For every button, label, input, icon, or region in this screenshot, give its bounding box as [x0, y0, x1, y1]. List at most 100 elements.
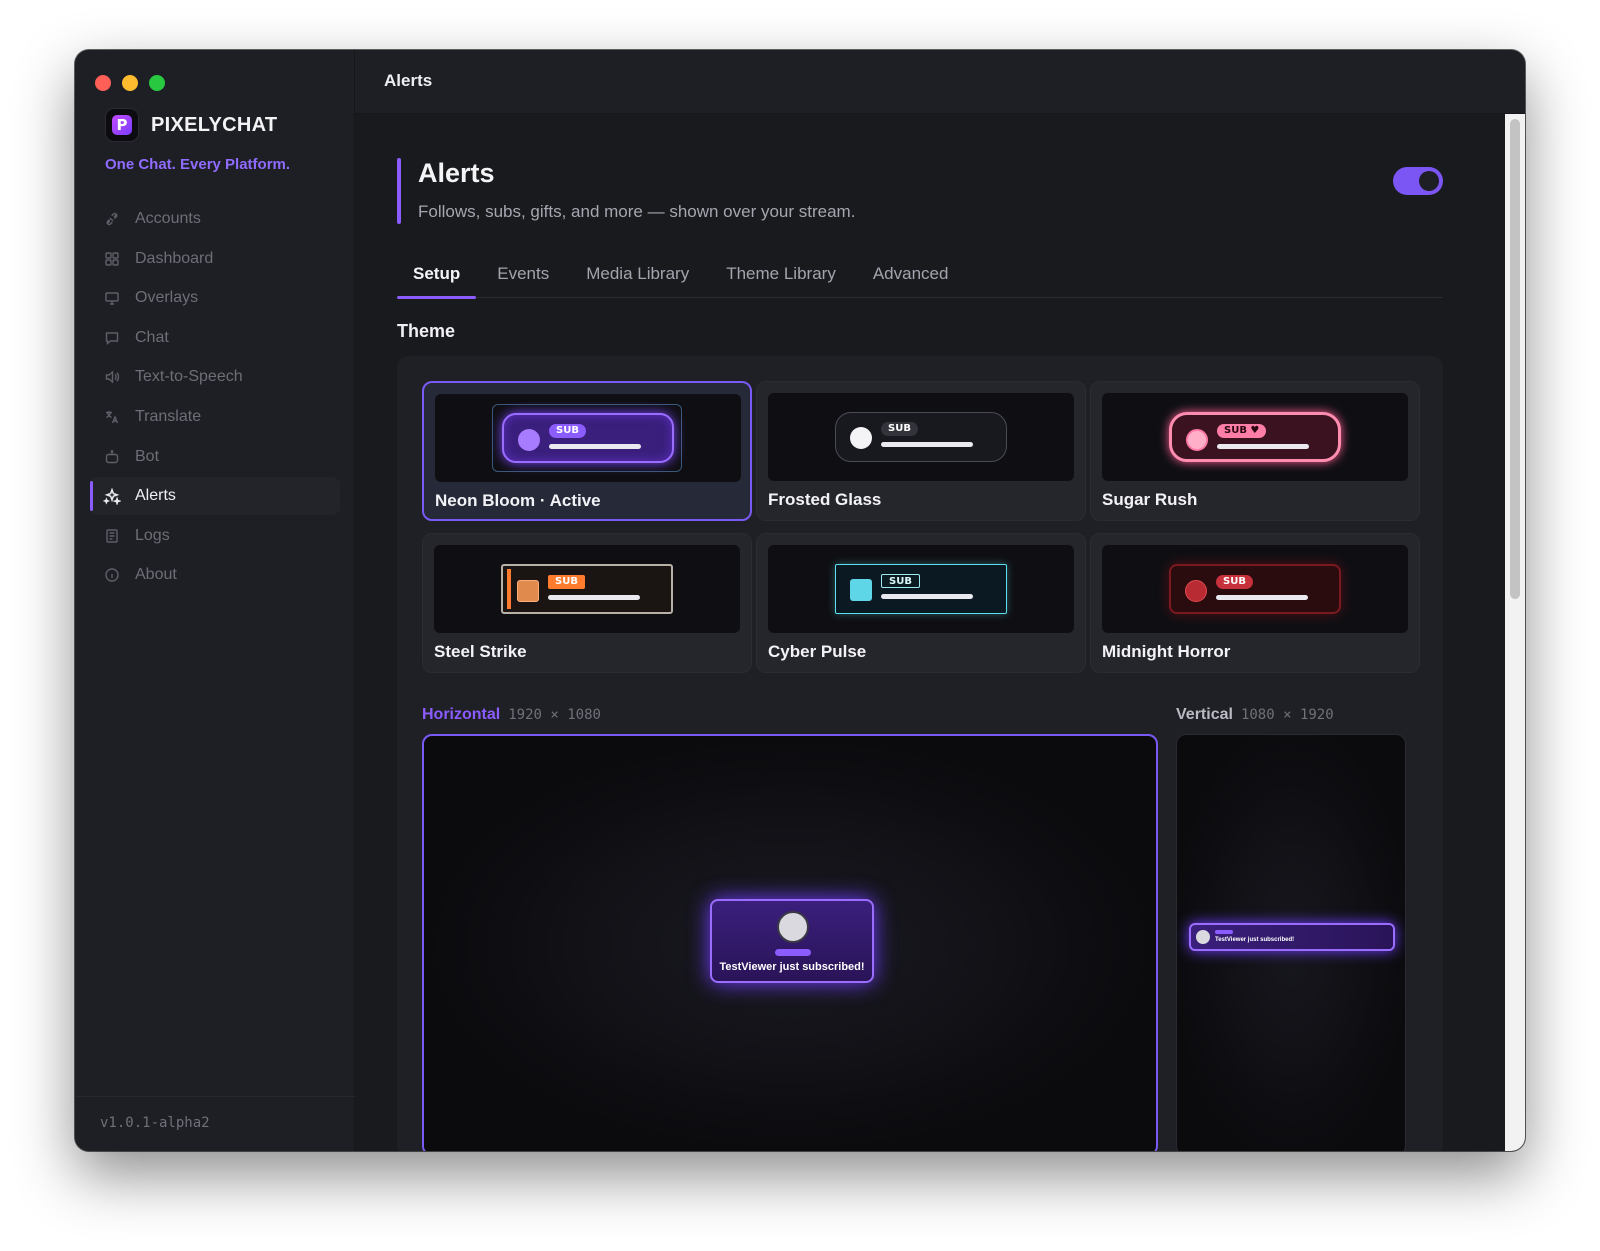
avatar-dot — [517, 580, 539, 602]
toggle-knob — [1419, 171, 1439, 191]
scrollbar[interactable] — [1505, 114, 1525, 1151]
avatar-dot — [850, 427, 872, 449]
app-window: P PIXELYCHAT One Chat. Every Platform. A… — [75, 50, 1525, 1151]
theme-preview-alert: SUB ♥ — [1169, 412, 1341, 462]
tab-theme-library[interactable]: Theme Library — [710, 262, 852, 298]
preview-alert-bar: TestViewer just subscribed! — [1189, 923, 1395, 951]
sparkle-icon — [103, 487, 121, 506]
alerts-enabled-toggle[interactable] — [1393, 167, 1443, 195]
theme-preview-alert: SUB — [502, 413, 674, 463]
minimize-window-button[interactable] — [122, 75, 138, 91]
sidebar-item-label: Translate — [135, 407, 202, 425]
translate-icon — [103, 408, 121, 426]
theme-card-midnight-horror[interactable]: SUB Midnight Horror — [1090, 533, 1420, 673]
sidebar-item-label: Overlays — [135, 289, 199, 307]
header-accent-bar — [397, 158, 401, 224]
sub-tag: SUB — [881, 574, 920, 588]
monitor-icon — [103, 289, 121, 307]
theme-name: Sugar Rush — [1102, 490, 1198, 509]
sidebar-item-bot[interactable]: Bot — [90, 438, 340, 476]
message-bar — [549, 444, 641, 449]
theme-card-steel-strike[interactable]: SUB Steel Strike — [422, 533, 752, 673]
theme-preview-thumbnail: SUB — [1102, 545, 1408, 633]
theme-preview-thumbnail: SUB — [768, 393, 1074, 481]
tab-setup[interactable]: Setup — [397, 262, 477, 299]
horizontal-preview-canvas[interactable]: TestViewer just subscribed! — [422, 734, 1158, 1151]
alert-chip — [775, 949, 811, 956]
avatar-dot — [518, 429, 540, 451]
sub-tag: SUB — [1216, 575, 1253, 589]
theme-preview-alert: SUB — [1169, 564, 1341, 614]
sub-tag: SUB — [548, 575, 585, 589]
main-content: Alerts Follows, subs, gifts, and more — … — [355, 114, 1525, 1151]
window-controls — [95, 75, 165, 91]
theme-preview-alert: SUB — [835, 564, 1007, 614]
horizontal-label: Horizontal — [422, 706, 501, 723]
info-icon — [103, 566, 121, 584]
theme-preview-thumbnail: SUB — [434, 545, 740, 633]
sub-tag: SUB — [549, 424, 586, 438]
sidebar-item-about[interactable]: About — [90, 556, 340, 594]
sidebar-item-label: Dashboard — [135, 249, 214, 267]
tab-advanced[interactable]: Advanced — [857, 262, 965, 298]
sidebar-item-alerts[interactable]: Alerts — [90, 477, 340, 516]
scrollbar-thumb[interactable] — [1510, 119, 1520, 599]
maximize-window-button[interactable] — [149, 75, 165, 91]
sidebar-item-translate[interactable]: Translate — [90, 398, 340, 436]
speaker-icon — [103, 368, 121, 386]
brand-logo-icon: P — [105, 108, 139, 142]
tab-media-library[interactable]: Media Library — [570, 262, 705, 298]
theme-name: Neon Bloom · Active — [435, 491, 601, 510]
chat-bubble-icon — [103, 329, 121, 347]
theme-card-frosted-glass[interactable]: SUB Frosted Glass — [756, 381, 1086, 521]
sidebar-item-label: Accounts — [135, 210, 201, 227]
sidebar-nav: Accounts Dashboard Overlays Chat Text-to… — [90, 200, 340, 596]
theme-name: Cyber Pulse — [768, 642, 867, 661]
theme-preview-thumbnail: SUB — [435, 394, 741, 482]
sidebar-item-chat[interactable]: Chat — [90, 319, 340, 357]
page-title: Alerts — [418, 158, 495, 188]
horizontal-dims: 1920 × 1080 — [508, 707, 601, 723]
sidebar-item-dashboard[interactable]: Dashboard — [90, 240, 340, 278]
sub-tag: SUB ♥ — [1217, 424, 1267, 438]
theme-card-cyber-pulse[interactable]: SUB Cyber Pulse — [756, 533, 1086, 673]
sidebar-item-overlays[interactable]: Overlays — [90, 279, 340, 317]
user-avatar-icon — [1196, 930, 1210, 944]
sidebar-item-label: Alerts — [135, 487, 176, 505]
sidebar-item-accounts[interactable]: Accounts — [90, 200, 340, 238]
sidebar-item-label: Bot — [135, 447, 160, 465]
theme-card-neon-bloom[interactable]: SUB Neon Bloom · Active — [422, 381, 752, 521]
sidebar-item-label: Logs — [135, 526, 170, 544]
tab-events[interactable]: Events — [481, 262, 565, 298]
brand-tagline: One Chat. Every Platform. — [105, 156, 291, 173]
sidebar-item-text-to-speech[interactable]: Text-to-Speech — [90, 358, 340, 396]
brand: P PIXELYCHAT — [105, 108, 277, 142]
titlebar: Alerts — [355, 50, 1525, 114]
vertical-label: Vertical — [1176, 706, 1233, 723]
alert-message: TestViewer just subscribed! — [1215, 937, 1295, 943]
plug-icon — [103, 210, 121, 228]
avatar-dot — [850, 579, 872, 601]
sidebar-item-logs[interactable]: Logs — [90, 517, 340, 555]
vertical-preview-canvas[interactable]: TestViewer just subscribed! — [1176, 734, 1406, 1151]
theme-preview-thumbnail: SUB ♥ — [1102, 393, 1408, 481]
brand-name: PIXELYCHAT — [151, 113, 278, 136]
sidebar: P PIXELYCHAT One Chat. Every Platform. A… — [75, 50, 355, 1151]
theme-name: Midnight Horror — [1102, 642, 1231, 661]
sub-tag: SUB — [881, 422, 918, 436]
page-subtitle: Follows, subs, gifts, and more — shown o… — [418, 202, 856, 221]
window-title: Alerts — [384, 71, 433, 90]
theme-name: Steel Strike — [434, 642, 527, 661]
theme-card-sugar-rush[interactable]: SUB ♥ Sugar Rush — [1090, 381, 1420, 521]
avatar-dot — [1186, 429, 1208, 451]
app-version: v1.0.1-alpha2 — [75, 1096, 355, 1151]
vertical-preview-label: Vertical 1080 × 1920 — [1176, 706, 1334, 724]
close-window-button[interactable] — [95, 75, 111, 91]
grid-icon — [103, 250, 121, 268]
sidebar-item-label: About — [135, 566, 177, 584]
message-bar — [548, 595, 640, 600]
horizontal-preview-label: Horizontal 1920 × 1080 — [422, 706, 601, 724]
theme-preview-thumbnail: SUB — [768, 545, 1074, 633]
robot-icon — [103, 448, 121, 466]
message-bar — [1216, 595, 1308, 600]
